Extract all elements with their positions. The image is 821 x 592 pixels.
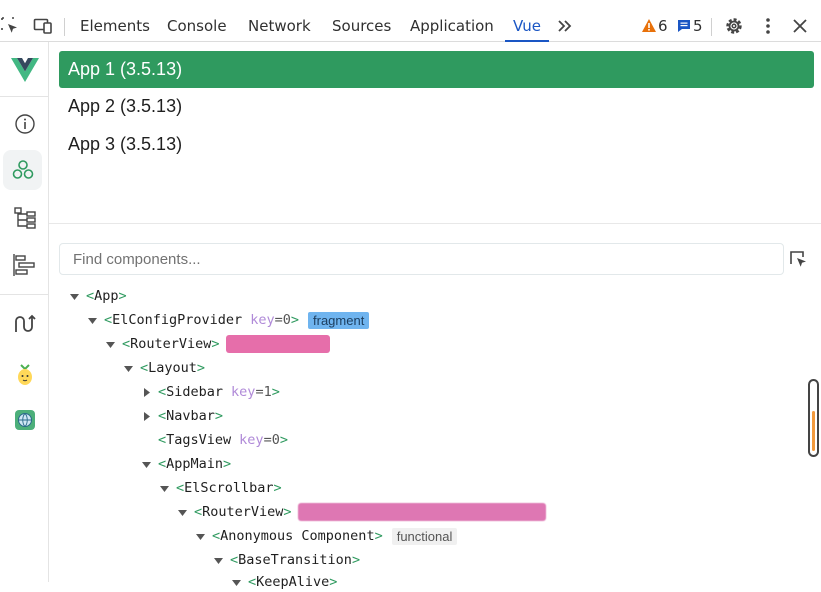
- component-key: key=0: [250, 312, 291, 328]
- app-list-item[interactable]: App 2 (3.5.13): [59, 88, 814, 125]
- tree-node[interactable]: < RouterView >: [105, 334, 330, 354]
- expanded-triangle-icon[interactable]: [123, 363, 134, 374]
- tree-node[interactable]: < Layout >: [123, 358, 205, 378]
- more-tabs-chevron-icon[interactable]: [555, 16, 575, 36]
- tree-node[interactable]: < ElScrollbar >: [159, 478, 282, 498]
- component-name: Layout: [148, 360, 197, 376]
- tab-network[interactable]: Network: [248, 8, 311, 41]
- component-name: AppMain: [166, 456, 224, 472]
- routes-icon[interactable]: [0, 304, 49, 344]
- redacted-route-path: [225, 335, 330, 353]
- expanded-triangle-icon[interactable]: [141, 459, 152, 470]
- expanded-triangle-icon[interactable]: [213, 555, 224, 566]
- tab-console[interactable]: Console: [167, 8, 227, 41]
- component-name: Sidebar: [166, 384, 224, 400]
- expanded-triangle-icon[interactable]: [87, 315, 98, 326]
- timeline-icon[interactable]: [0, 245, 49, 285]
- toolbar-divider: [64, 18, 65, 36]
- tab-application[interactable]: Application: [410, 8, 494, 41]
- vue-logo-icon: [0, 50, 49, 90]
- device-toolbar-icon[interactable]: [33, 16, 53, 36]
- vue-devtools-sidebar: [0, 42, 49, 582]
- sidebar-divider: [0, 294, 49, 295]
- close-icon[interactable]: [790, 16, 810, 36]
- tab-sources[interactable]: Sources: [332, 8, 391, 41]
- settings-gear-icon[interactable]: [724, 16, 744, 36]
- component-name: ElScrollbar: [184, 480, 274, 496]
- component-name: BaseTransition: [238, 552, 352, 568]
- tree-node[interactable]: < RouterView >: [177, 502, 546, 522]
- component-name: RouterView: [202, 504, 284, 520]
- app-list-item[interactable]: App 3 (3.5.13): [59, 126, 814, 163]
- pinia-icon[interactable]: [0, 354, 49, 394]
- component-name: App: [94, 288, 119, 304]
- component-name: ElConfigProvider: [112, 312, 243, 328]
- tree-node[interactable]: < KeepAlive >: [231, 572, 337, 592]
- expanded-triangle-icon[interactable]: [105, 339, 116, 350]
- tree-node[interactable]: < AppMain >: [141, 454, 231, 474]
- devtools-tab-bar: Elements Console Network Sources Applica…: [0, 8, 821, 42]
- info-icon[interactable]: [0, 104, 49, 144]
- expanded-triangle-icon[interactable]: [159, 483, 170, 494]
- component-tree-icon[interactable]: [0, 198, 49, 238]
- component-name: TagsView: [166, 432, 232, 448]
- tab-vue[interactable]: Vue: [505, 8, 549, 42]
- select-component-in-page-icon[interactable]: [788, 249, 808, 269]
- warnings-count[interactable]: 6: [658, 8, 668, 41]
- component-name: RouterView: [130, 336, 212, 352]
- more-options-icon[interactable]: [758, 16, 778, 36]
- tree-node[interactable]: < BaseTransition >: [213, 550, 360, 570]
- components-icon[interactable]: [3, 150, 42, 190]
- expanded-triangle-icon[interactable]: [195, 531, 206, 542]
- tree-node[interactable]: < Anonymous Component > functional: [195, 526, 458, 546]
- panel-divider: [49, 223, 821, 224]
- warning-icon[interactable]: [641, 16, 657, 36]
- collapsed-triangle-icon[interactable]: [141, 387, 152, 398]
- messages-count[interactable]: 5: [693, 8, 703, 41]
- globe-icon[interactable]: [0, 400, 49, 440]
- tree-node[interactable]: < ElConfigProvider key=0 > fragment: [87, 310, 370, 330]
- tree-node[interactable]: < Sidebar key=1 >: [141, 382, 280, 402]
- find-components-input[interactable]: [59, 243, 784, 275]
- scrollbar-thumb[interactable]: [812, 411, 815, 451]
- sidebar-divider: [0, 96, 49, 97]
- toolbar-divider: [711, 18, 712, 36]
- collapsed-triangle-icon[interactable]: [141, 411, 152, 422]
- component-key: key=1: [231, 384, 272, 400]
- tab-elements[interactable]: Elements: [80, 8, 150, 41]
- tree-scrollbar[interactable]: [808, 379, 819, 457]
- app-list-item[interactable]: App 1 (3.5.13): [59, 51, 814, 88]
- component-name: Navbar: [166, 408, 215, 424]
- redacted-route-path: [297, 503, 546, 521]
- fragment-badge: fragment: [308, 311, 370, 329]
- tree-node[interactable]: < App >: [69, 286, 127, 306]
- component-key: key=0: [239, 432, 280, 448]
- functional-badge: functional: [391, 527, 458, 545]
- component-name: KeepAlive: [256, 574, 330, 590]
- expanded-triangle-icon[interactable]: [231, 577, 242, 588]
- tree-node[interactable]: < Navbar >: [141, 406, 223, 426]
- tree-node[interactable]: < TagsView key=0 >: [158, 430, 288, 450]
- component-name: Anonymous Component: [220, 528, 375, 544]
- expanded-triangle-icon[interactable]: [177, 507, 188, 518]
- expanded-triangle-icon[interactable]: [69, 291, 80, 302]
- messages-icon[interactable]: [676, 16, 692, 36]
- inspect-element-icon[interactable]: [0, 16, 20, 36]
